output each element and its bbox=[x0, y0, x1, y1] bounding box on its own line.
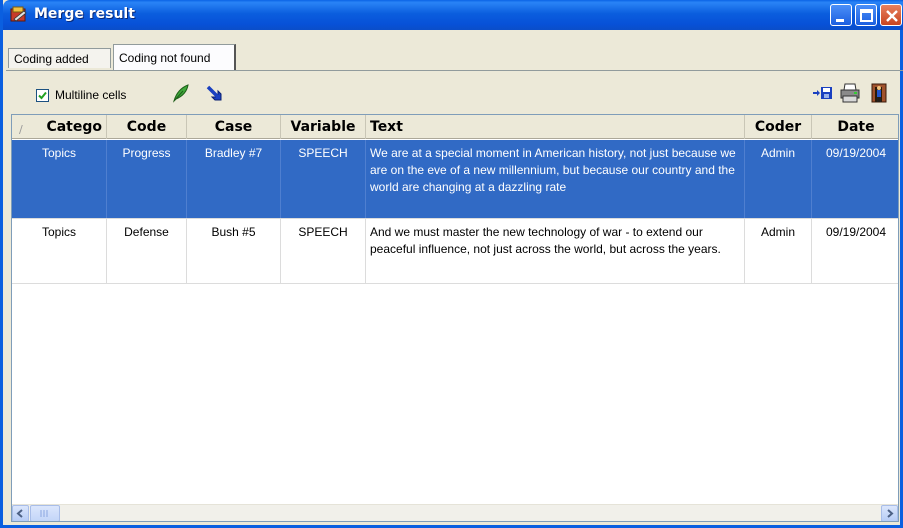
column-header-variable[interactable]: Variable bbox=[281, 115, 366, 139]
column-header-coder[interactable]: Coder bbox=[745, 115, 812, 139]
multiline-checkbox[interactable] bbox=[36, 89, 49, 102]
table-row[interactable]: Topics Defense Bush #5 SPEECH And we mus… bbox=[12, 219, 898, 283]
title-bar[interactable]: Merge result bbox=[3, 0, 903, 30]
feather-icon[interactable] bbox=[170, 82, 192, 104]
cell-date: 09/19/2004 bbox=[825, 225, 887, 239]
scroll-right-button[interactable] bbox=[881, 505, 898, 521]
grid-header: ∕ Catego Code Case Variable Text Coder D… bbox=[12, 115, 898, 139]
cell-case: Bush #5 bbox=[187, 219, 281, 283]
maximize-button[interactable] bbox=[855, 4, 877, 26]
multiline-label: Multiline cells bbox=[55, 88, 127, 102]
cell-text: And we must master the new technology of… bbox=[366, 219, 745, 283]
column-header-category[interactable]: ∕ Catego bbox=[12, 115, 107, 139]
column-header-code[interactable]: Code bbox=[107, 115, 187, 139]
exit-icon[interactable] bbox=[868, 82, 890, 104]
merge-result-window: Merge result Coding added Coding not fou… bbox=[0, 0, 903, 528]
arrow-icon[interactable] bbox=[204, 82, 226, 104]
cell-coder: Admin bbox=[745, 140, 812, 218]
export-icon[interactable] bbox=[812, 82, 834, 104]
minimize-button[interactable] bbox=[830, 4, 852, 26]
scroll-left-button[interactable] bbox=[12, 505, 29, 521]
tab-coding-not-found[interactable]: Coding not found bbox=[113, 44, 236, 70]
close-button[interactable] bbox=[880, 4, 902, 26]
cell-code: Defense bbox=[107, 219, 187, 283]
results-grid[interactable]: ∕ Catego Code Case Variable Text Coder D… bbox=[11, 114, 899, 522]
column-header-case[interactable]: Case bbox=[187, 115, 281, 139]
column-header-text[interactable]: Text bbox=[366, 115, 745, 139]
tab-divider bbox=[6, 70, 903, 71]
cell-text: We are at a special moment in American h… bbox=[366, 140, 745, 218]
cell-coder: Admin bbox=[745, 219, 812, 283]
sort-indicator-icon: ∕ bbox=[19, 123, 23, 136]
print-icon[interactable] bbox=[839, 82, 861, 104]
scrollbar-thumb[interactable] bbox=[30, 505, 60, 521]
cell-variable: SPEECH bbox=[281, 219, 366, 283]
cell-date: 09/19/2004 bbox=[825, 146, 887, 160]
cell-category: Topics bbox=[12, 219, 107, 283]
horizontal-scrollbar[interactable] bbox=[12, 504, 898, 521]
toolbar: Multiline cells bbox=[6, 76, 903, 112]
table-row[interactable]: Topics Progress Bradley #7 SPEECH We are… bbox=[12, 140, 898, 218]
tab-bar: Coding added Coding not found bbox=[6, 30, 903, 74]
app-icon bbox=[10, 6, 28, 24]
window-title: Merge result bbox=[34, 6, 135, 22]
cell-category: Topics bbox=[12, 140, 107, 218]
cell-variable: SPEECH bbox=[281, 140, 366, 218]
row-divider bbox=[12, 283, 898, 284]
cell-code: Progress bbox=[107, 140, 187, 218]
tab-coding-added[interactable]: Coding added bbox=[8, 48, 111, 68]
cell-case: Bradley #7 bbox=[187, 140, 281, 218]
column-header-date[interactable]: Date bbox=[812, 115, 898, 139]
